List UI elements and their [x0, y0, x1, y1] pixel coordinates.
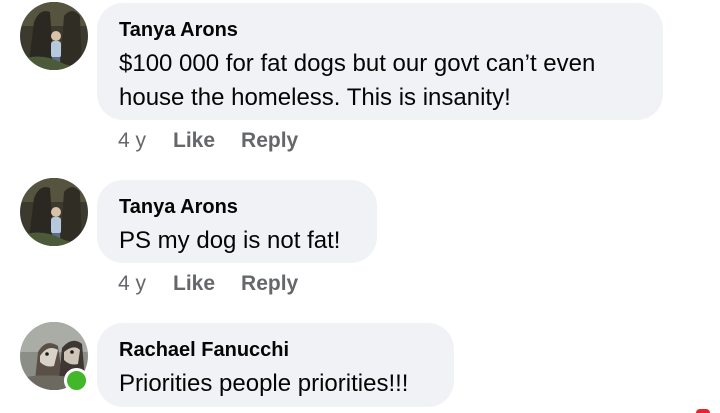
comment-timestamp[interactable]: 4 y [118, 272, 146, 296]
like-button[interactable]: Like [173, 272, 215, 296]
comment-text: $100 000 for fat dogs but our govt can’t… [119, 47, 641, 115]
page-edge [714, 0, 720, 413]
online-status-icon [64, 368, 89, 393]
comment-text-line: house the homeless. This is insanity! [119, 84, 511, 111]
like-button[interactable]: Like [173, 129, 215, 153]
comment-actions: 4 y Like Reply [118, 272, 298, 296]
decorative-corner-mark [696, 409, 710, 413]
comment-author[interactable]: Tanya Arons [119, 194, 355, 220]
comment-bubble: Tanya Arons $100 000 for fat dogs but ou… [97, 3, 663, 120]
comment-bubble: Rachael Fanucchi Priorities people prior… [97, 323, 454, 407]
comment-author[interactable]: Tanya Arons [119, 17, 641, 43]
comment-text: Priorities people priorities!!! [119, 367, 432, 401]
comment-text-line: Priorities people priorities!!! [119, 370, 409, 397]
reply-button[interactable]: Reply [241, 272, 298, 296]
comment-author[interactable]: Rachael Fanucchi [119, 337, 432, 363]
avatar[interactable] [20, 178, 88, 246]
comment-timestamp[interactable]: 4 y [118, 129, 146, 153]
comment-text: PS my dog is not fat! [119, 224, 355, 258]
comment-bubble: Tanya Arons PS my dog is not fat! [97, 180, 377, 263]
comment-actions: 4 y Like Reply [118, 129, 298, 153]
avatar[interactable] [20, 2, 88, 70]
comment-text-line: PS my dog is not fat! [119, 227, 341, 254]
reply-button[interactable]: Reply [241, 129, 298, 153]
profile-photo-icon [20, 2, 88, 70]
comment-text-line: $100 000 for fat dogs but our govt can’t… [119, 50, 596, 77]
profile-photo-icon [20, 178, 88, 246]
